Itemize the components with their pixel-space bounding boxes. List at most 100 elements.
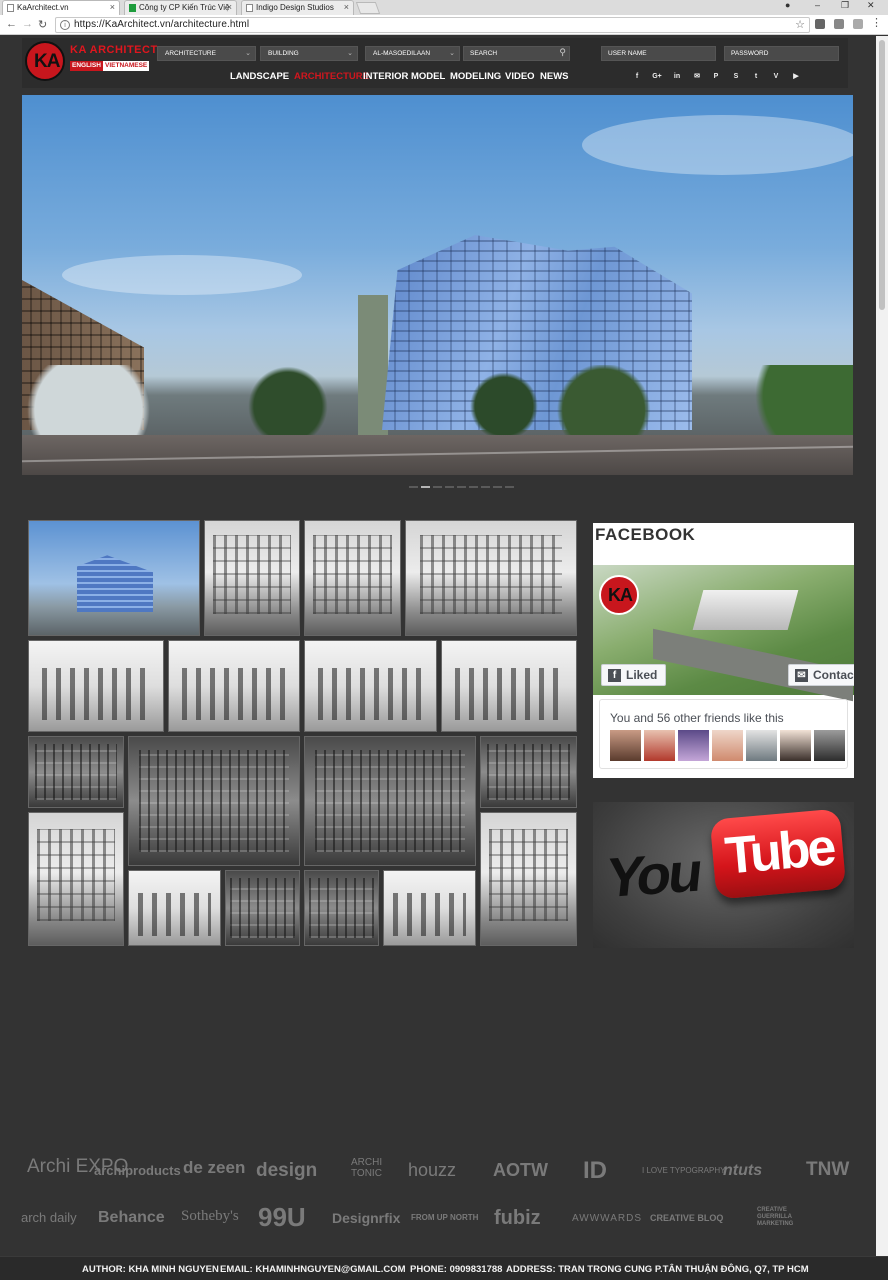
partner-logo-archiproducts[interactable]: archiproducts [94,1163,181,1178]
extension-icon[interactable] [853,19,863,29]
ka-logo[interactable]: KA [25,41,65,81]
gallery-thumb[interactable] [304,640,437,732]
slider-dot[interactable] [493,486,502,488]
info-icon[interactable]: i [60,20,70,30]
friend-avatar[interactable] [780,730,811,761]
gallery-thumb[interactable] [168,640,300,732]
gallery-thumb[interactable] [28,736,124,808]
nav-model[interactable]: MODEL [411,71,445,82]
partner-logo-design[interactable]: design [256,1160,317,1182]
close-icon[interactable]: × [344,2,349,12]
contact-button[interactable]: ✉ Contac [788,664,854,686]
close-icon[interactable]: × [227,2,232,12]
profile-icon[interactable]: ● [785,0,790,10]
avatar[interactable]: KA [599,575,639,615]
friend-avatar[interactable] [712,730,743,761]
close-icon[interactable]: × [110,2,115,12]
nav-modeling[interactable]: MODELING [450,71,501,82]
username-field[interactable]: USER NAME [601,46,716,61]
type-select[interactable]: BUILDING ⌄ [260,46,358,61]
partner-logo-architonic[interactable]: ARCHI TONIC [351,1157,385,1179]
vimeo-icon[interactable]: V [771,72,781,82]
partner-logo-archdaily[interactable]: arch daily [21,1210,77,1225]
nav-architecture[interactable]: ARCHITECTURE [294,71,369,82]
browser-tab-cong-ty[interactable]: Công ty CP Kiến Trúc Việ × [124,0,237,15]
extension-icon[interactable] [815,19,825,29]
hero-slider-image[interactable] [22,95,853,475]
friend-avatar[interactable] [644,730,675,761]
forward-button[interactable]: → [22,18,33,30]
partner-logo-fromupnorth[interactable]: FROM UP NORTH [411,1213,478,1222]
google-plus-icon[interactable]: G+ [652,72,662,82]
gallery-thumb[interactable] [405,520,577,636]
extension-icon[interactable] [834,19,844,29]
gallery-thumb[interactable] [204,520,300,636]
slider-dot[interactable] [469,486,478,488]
scrollbar-thumb[interactable] [879,40,885,310]
gallery-thumb[interactable] [128,870,221,946]
partner-logo-sothebys[interactable]: Sotheby's [181,1208,239,1225]
partner-logo-designrfix[interactable]: Designrfix [332,1210,400,1226]
friend-avatar[interactable] [610,730,641,761]
partner-logo-behance[interactable]: Behance [98,1209,165,1227]
slider-dot[interactable] [409,486,418,488]
youtube-icon[interactable]: ▶ [791,72,801,82]
search-icon[interactable]: ⚲ [559,47,566,58]
reload-button[interactable]: ↻ [38,18,47,31]
partner-logo-creativeguerrilla[interactable]: CREATIVE GUERRILLA MARKETING [757,1207,802,1228]
gallery-thumb[interactable] [304,520,401,636]
mail-icon[interactable]: ✉ [692,72,702,82]
bookmark-star-icon[interactable]: ☆ [795,18,805,31]
footer-email[interactable]: EMAIL: KHAMINHNGUYEN@GMAIL.COM [220,1264,406,1275]
back-button[interactable]: ← [6,18,17,30]
youtube-banner[interactable]: You Tube [593,802,854,948]
partner-logo-aotw[interactable]: AOTW [493,1160,548,1181]
gallery-thumb[interactable] [28,812,124,946]
slider-dot[interactable] [481,486,490,488]
password-field[interactable]: PASSWORD [724,46,839,61]
partner-logo-ntuts[interactable]: ntuts [723,1162,762,1180]
gallery-thumb[interactable] [225,870,300,946]
browser-tab-indigo[interactable]: Indigo Design Studios × [241,0,354,15]
gallery-thumb[interactable] [128,736,300,866]
friend-avatar[interactable] [678,730,709,761]
partner-logo-fubiz[interactable]: fubiz [494,1207,541,1230]
partner-logo-99u[interactable]: 99U [258,1202,306,1233]
brand-name[interactable]: KA ARCHITECT [70,44,158,56]
partner-logo-dezeen[interactable]: de zeen [183,1158,245,1178]
browser-tab-kaarchitect[interactable]: KaArchitect.vn × [2,0,120,15]
gallery-thumb[interactable] [480,736,577,808]
page-scrollbar[interactable] [876,36,888,1256]
facebook-icon[interactable]: f [632,72,642,82]
partner-logo-ilovetypography[interactable]: I LOVE TYPOGRAPHY [642,1166,725,1175]
search-input[interactable]: SEARCH ⚲ [463,46,570,61]
pinterest-icon[interactable]: P [711,72,721,82]
minimize-button[interactable]: – [815,0,820,10]
nav-video[interactable]: VIDEO [505,71,535,82]
location-select[interactable]: AL-MASOEDILAAN ⌄ [365,46,460,61]
twitter-icon[interactable]: t [751,72,761,82]
slider-dot[interactable] [505,486,514,488]
category-select[interactable]: ARCHITECTURE ⌄ [157,46,256,61]
gallery-thumb[interactable] [304,870,379,946]
menu-icon[interactable]: ⋮ [871,16,882,29]
partner-logo-awwwards[interactable]: AWWWARDS [572,1213,642,1224]
gallery-thumb[interactable] [304,736,476,866]
partner-logo-id[interactable]: ID [583,1157,607,1185]
address-bar[interactable]: i https://KaArchitect.vn/architecture.ht… [55,17,810,33]
gallery-thumb[interactable] [480,812,577,946]
liked-button[interactable]: f Liked [601,664,666,686]
friend-avatar[interactable] [814,730,845,761]
partner-logo-creativebloq[interactable]: CREATIVE BLOQ [650,1213,723,1223]
slider-dot[interactable] [421,486,430,488]
maximize-button[interactable]: ❐ [841,0,849,11]
partner-logo-houzz[interactable]: houzz [408,1160,456,1181]
gallery-thumb[interactable] [441,640,577,732]
lang-english-button[interactable]: ENGLISH [70,61,103,71]
friend-avatar[interactable] [746,730,777,761]
nav-landscape[interactable]: LANDSCAPE [230,71,289,82]
lang-vietnamese-button[interactable]: VIETNAMESE [103,61,150,71]
nav-interior[interactable]: INTERIOR [363,71,408,82]
slider-dot[interactable] [445,486,454,488]
new-tab-button[interactable] [355,2,381,14]
